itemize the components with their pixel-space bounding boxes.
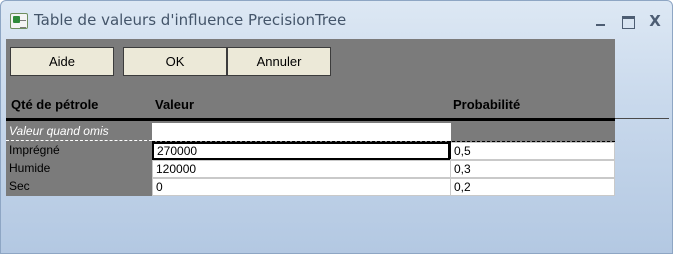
ok-button[interactable]: OK (123, 47, 227, 76)
minimize-icon[interactable] (588, 11, 612, 31)
row-label: Humide (9, 161, 51, 175)
value-cell-selected[interactable]: 270000 (152, 142, 451, 160)
window-title: Table de valeurs d'influence PrecisionTr… (34, 11, 347, 29)
probability-cell[interactable]: 0,3 (450, 160, 615, 178)
column-header-value: Valeur (155, 97, 195, 112)
row-label: Sec (9, 179, 30, 193)
value-cell[interactable]: 0 (152, 178, 451, 196)
table-row: Imprégné 270000 0,5 (6, 141, 615, 160)
probability-cell[interactable]: 0,2 (450, 178, 615, 196)
header-divider (6, 118, 615, 121)
probability-cell[interactable]: 0,5 (448, 141, 615, 160)
column-header-oil-quantity: Qté de pétrole (11, 97, 99, 112)
column-header-probability: Probabilité (453, 97, 521, 112)
cancel-button[interactable]: Annuler (227, 47, 331, 76)
dialog-window: Table de valeurs d'influence PrecisionTr… (0, 0, 673, 254)
omitted-value-row: Valeur quand omis (6, 123, 615, 141)
close-icon[interactable]: X (643, 11, 667, 31)
excel-sheet-icon (10, 13, 28, 29)
header-divider-extension (615, 118, 669, 119)
help-button[interactable]: Aide (10, 47, 114, 76)
row-label-omitted: Valeur quand omis (6, 123, 152, 141)
table-row: Sec 0 0,2 (6, 178, 615, 196)
table-row: Humide 120000 0,3 (6, 160, 615, 178)
influence-value-table: Aide OK Annuler Qté de pétrole Valeur Pr… (6, 39, 615, 196)
row-label: Imprégné (9, 143, 60, 157)
omitted-value-cell[interactable] (152, 123, 451, 141)
maximize-icon[interactable] (616, 11, 640, 31)
title-bar[interactable]: Table de valeurs d'influence PrecisionTr… (1, 1, 672, 39)
value-cell[interactable]: 120000 (152, 160, 451, 178)
